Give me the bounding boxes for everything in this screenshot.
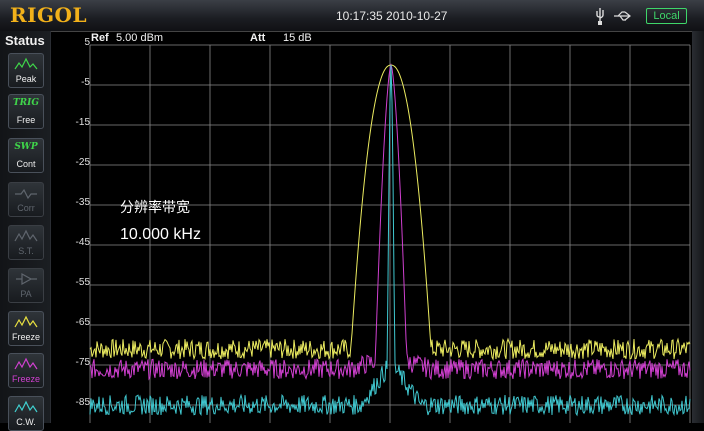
right-scroll-strip <box>692 31 704 423</box>
rbw-annotation-value: 10.000 kHz <box>120 226 201 243</box>
rbw-annotation-title: 分辨率带宽 <box>120 200 190 216</box>
spectrum-plot <box>89 44 691 423</box>
